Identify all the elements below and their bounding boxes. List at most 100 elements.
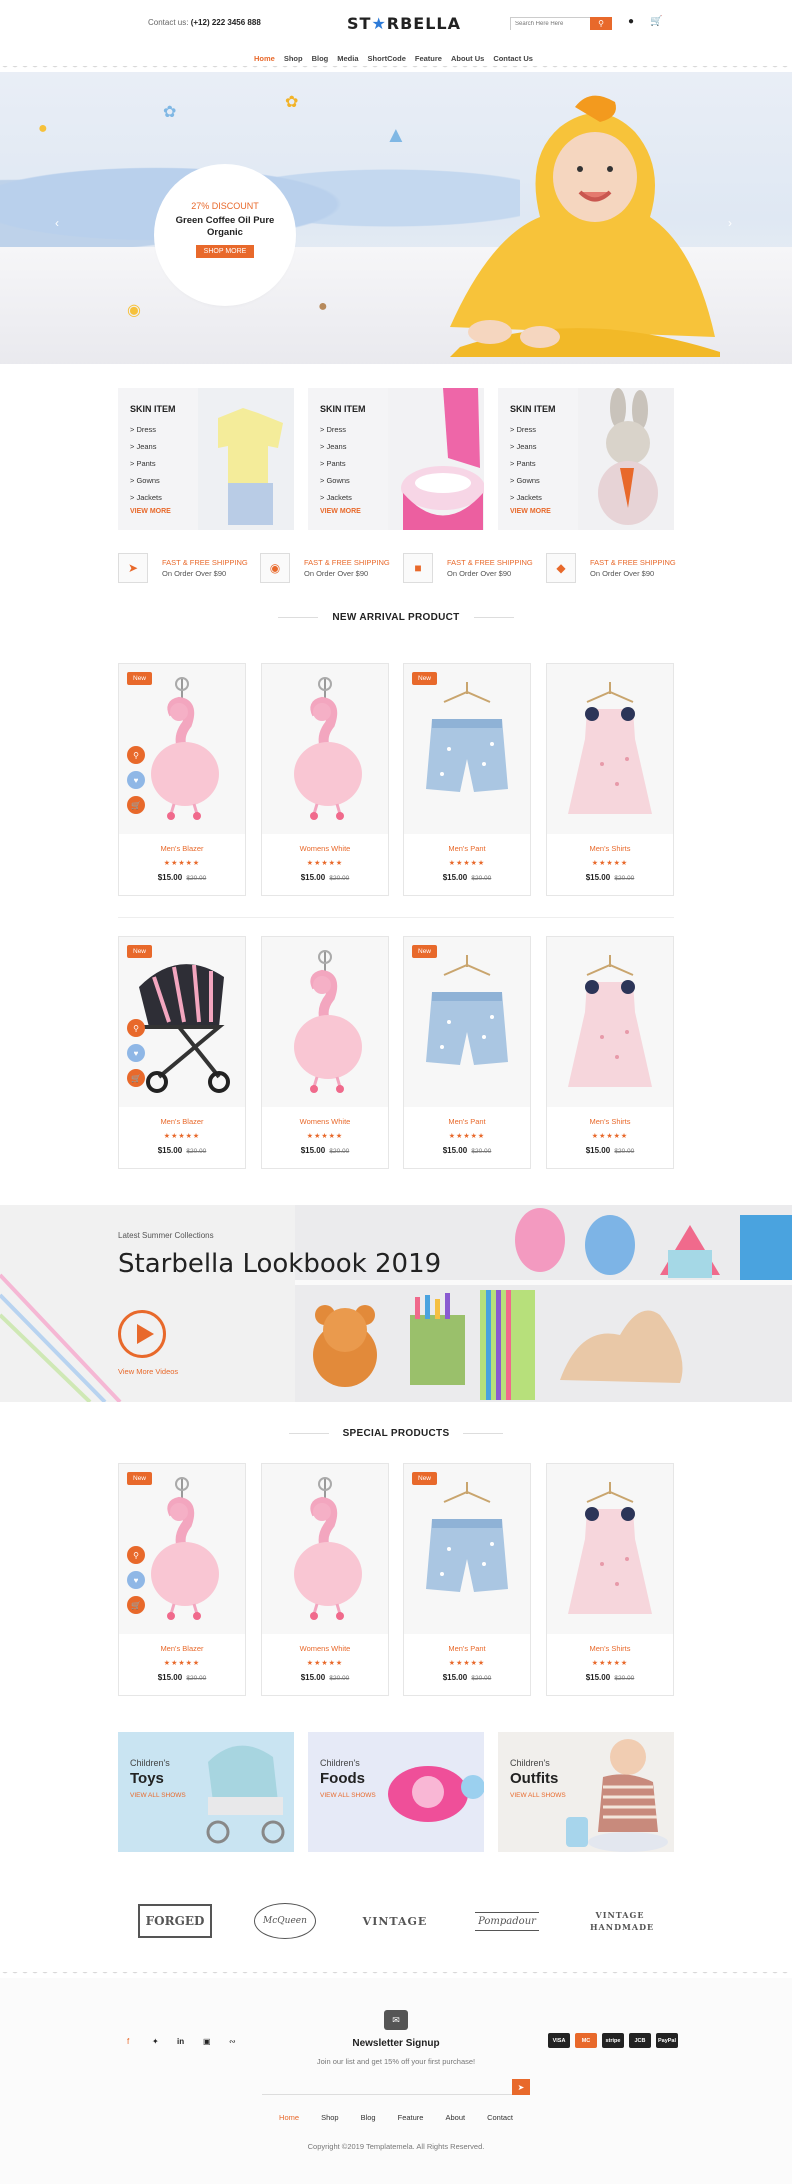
- search-button[interactable]: ⚲: [590, 17, 612, 30]
- category-link[interactable]: > Jackets: [320, 489, 352, 506]
- brand-logo-forged[interactable]: FORGED: [137, 1893, 213, 1949]
- product-name[interactable]: Men's Blazer: [119, 1644, 245, 1653]
- quick-view-icon[interactable]: ⚲: [127, 746, 145, 764]
- category-link[interactable]: > Jackets: [510, 489, 542, 506]
- product-image[interactable]: [262, 664, 388, 834]
- add-to-cart-icon[interactable]: 🛒: [127, 1069, 145, 1087]
- category-link[interactable]: > Pants: [130, 455, 162, 472]
- product-card[interactable]: Men's Shirts ★★★★★ $15.00 $20.00: [546, 663, 674, 896]
- newsletter-email-input[interactable]: [262, 2079, 512, 2095]
- product-card[interactable]: New Men's Pant ★★★★★ $15.00 $20.00: [403, 663, 531, 896]
- nav-shop[interactable]: Shop: [284, 54, 303, 63]
- nav-home[interactable]: Home: [254, 54, 275, 63]
- footer-nav-feature[interactable]: Feature: [398, 2113, 424, 2122]
- product-image[interactable]: [404, 937, 530, 1107]
- newsletter-submit-button[interactable]: ➤: [512, 2079, 530, 2095]
- nav-feature[interactable]: Feature: [415, 54, 442, 63]
- nav-blog[interactable]: Blog: [312, 54, 329, 63]
- wishlist-icon[interactable]: ♥: [127, 1044, 145, 1062]
- product-card[interactable]: Womens White ★★★★★ $15.00 $20.00: [261, 663, 389, 896]
- product-card[interactable]: Womens White ★★★★★ $15.00 $20.00: [261, 1463, 389, 1696]
- category-link[interactable]: > Pants: [320, 455, 352, 472]
- view-all-shows-link[interactable]: VIEW ALL SHOWS: [510, 1792, 566, 1799]
- nav-contact[interactable]: Contact Us: [493, 54, 533, 63]
- promo-banner-outfits[interactable]: Children's Outfits VIEW ALL SHOWS: [498, 1732, 674, 1852]
- product-name[interactable]: Men's Pant: [404, 1644, 530, 1653]
- wishlist-icon[interactable]: ♥: [127, 1571, 145, 1589]
- promo-banner-foods[interactable]: Children's Foods VIEW ALL SHOWS: [308, 1732, 484, 1852]
- slider-prev-arrow[interactable]: ‹: [55, 216, 59, 230]
- category-link[interactable]: > Jeans: [130, 438, 162, 455]
- wishlist-icon[interactable]: ♥: [127, 771, 145, 789]
- search-input[interactable]: [511, 18, 593, 30]
- product-name[interactable]: Men's Shirts: [547, 1117, 673, 1126]
- brand-logo-vintage-handmade[interactable]: VINTAGE HANDMADE: [580, 1893, 660, 1949]
- footer-nav-about[interactable]: About: [445, 2113, 465, 2122]
- product-image[interactable]: [404, 664, 530, 834]
- product-name[interactable]: Men's Blazer: [119, 1117, 245, 1126]
- site-logo[interactable]: ST★RBELLA: [347, 14, 461, 33]
- view-all-shows-link[interactable]: VIEW ALL SHOWS: [320, 1792, 376, 1799]
- view-more-link[interactable]: VIEW MORE: [130, 508, 171, 515]
- product-image[interactable]: [547, 937, 673, 1107]
- product-card[interactable]: Men's Shirts ★★★★★ $15.00 $20.00: [546, 936, 674, 1169]
- view-more-videos-link[interactable]: View More Videos: [118, 1367, 178, 1376]
- shop-more-button[interactable]: SHOP MORE: [195, 245, 255, 258]
- category-link[interactable]: > Dress: [130, 421, 162, 438]
- product-image[interactable]: [262, 937, 388, 1107]
- category-tile[interactable]: SKIN ITEM > Dress > Jeans > Pants > Gown…: [118, 388, 294, 530]
- category-link[interactable]: > Pants: [510, 455, 542, 472]
- footer-nav-blog[interactable]: Blog: [361, 2113, 376, 2122]
- nav-media[interactable]: Media: [337, 54, 358, 63]
- category-link[interactable]: > Jackets: [130, 489, 162, 506]
- product-card[interactable]: New ⚲ ♥ 🛒 Men's Blazer ★★★★★ $15.00 $20.00: [118, 1463, 246, 1696]
- quick-view-icon[interactable]: ⚲: [127, 1546, 145, 1564]
- footer-nav-shop[interactable]: Shop: [321, 2113, 339, 2122]
- product-image[interactable]: [547, 1464, 673, 1634]
- play-video-button[interactable]: [118, 1310, 166, 1358]
- add-to-cart-icon[interactable]: 🛒: [127, 796, 145, 814]
- cart-icon[interactable]: 🛒: [650, 16, 662, 27]
- product-card[interactable]: New ⚲ ♥ 🛒 Men's Blazer ★★★★★ $15.00 $20.00: [118, 936, 246, 1169]
- product-name[interactable]: Men's Shirts: [547, 1644, 673, 1653]
- brand-logo-mcqueen[interactable]: McQueen: [250, 1893, 320, 1949]
- product-name[interactable]: Men's Pant: [404, 1117, 530, 1126]
- nav-about[interactable]: About Us: [451, 54, 484, 63]
- product-card[interactable]: New Men's Pant ★★★★★ $15.00 $20.00: [403, 936, 531, 1169]
- product-card[interactable]: Men's Shirts ★★★★★ $15.00 $20.00: [546, 1463, 674, 1696]
- brand-logo-pompadour[interactable]: Pompadour: [470, 1893, 544, 1949]
- product-card[interactable]: New ⚲ ♥ 🛒 Men's Blazer ★★★★★ $15.00 $20.00: [118, 663, 246, 896]
- product-image[interactable]: [547, 664, 673, 834]
- product-name[interactable]: Men's Shirts: [547, 844, 673, 853]
- category-link[interactable]: > Dress: [510, 421, 542, 438]
- category-link[interactable]: > Dress: [320, 421, 352, 438]
- view-all-shows-link[interactable]: VIEW ALL SHOWS: [130, 1792, 186, 1799]
- promo-banner-toys[interactable]: Children's Toys VIEW ALL SHOWS: [118, 1732, 294, 1852]
- product-image[interactable]: [262, 1464, 388, 1634]
- footer-nav-home[interactable]: Home: [279, 2113, 299, 2122]
- quick-view-icon[interactable]: ⚲: [127, 1019, 145, 1037]
- category-link[interactable]: > Gowns: [320, 472, 352, 489]
- brand-logo-vintage[interactable]: VINTAGE: [358, 1893, 432, 1949]
- category-tile[interactable]: SKIN ITEM > Dress > Jeans > Pants > Gown…: [498, 388, 674, 530]
- nav-shortcode[interactable]: ShortCode: [368, 54, 406, 63]
- category-link[interactable]: > Gowns: [510, 472, 542, 489]
- footer-nav-contact[interactable]: Contact: [487, 2113, 513, 2122]
- product-name[interactable]: Men's Blazer: [119, 844, 245, 853]
- product-name[interactable]: Womens White: [262, 1117, 388, 1126]
- view-more-link[interactable]: VIEW MORE: [320, 508, 361, 515]
- product-name[interactable]: Men's Pant: [404, 844, 530, 853]
- product-card[interactable]: New Men's Pant ★★★★★ $15.00 $20.00: [403, 1463, 531, 1696]
- view-more-link[interactable]: VIEW MORE: [510, 508, 551, 515]
- category-link[interactable]: > Jeans: [510, 438, 542, 455]
- product-name[interactable]: Womens White: [262, 1644, 388, 1653]
- category-tile[interactable]: SKIN ITEM > Dress > Jeans > Pants > Gown…: [308, 388, 484, 530]
- product-image[interactable]: [404, 1464, 530, 1634]
- slider-next-arrow[interactable]: ›: [728, 216, 732, 230]
- category-link[interactable]: > Gowns: [130, 472, 162, 489]
- product-card[interactable]: Womens White ★★★★★ $15.00 $20.00: [261, 936, 389, 1169]
- user-icon[interactable]: ●: [628, 16, 634, 27]
- product-name[interactable]: Womens White: [262, 844, 388, 853]
- contact-phone[interactable]: (+12) 222 3456 888: [191, 18, 261, 27]
- category-link[interactable]: > Jeans: [320, 438, 352, 455]
